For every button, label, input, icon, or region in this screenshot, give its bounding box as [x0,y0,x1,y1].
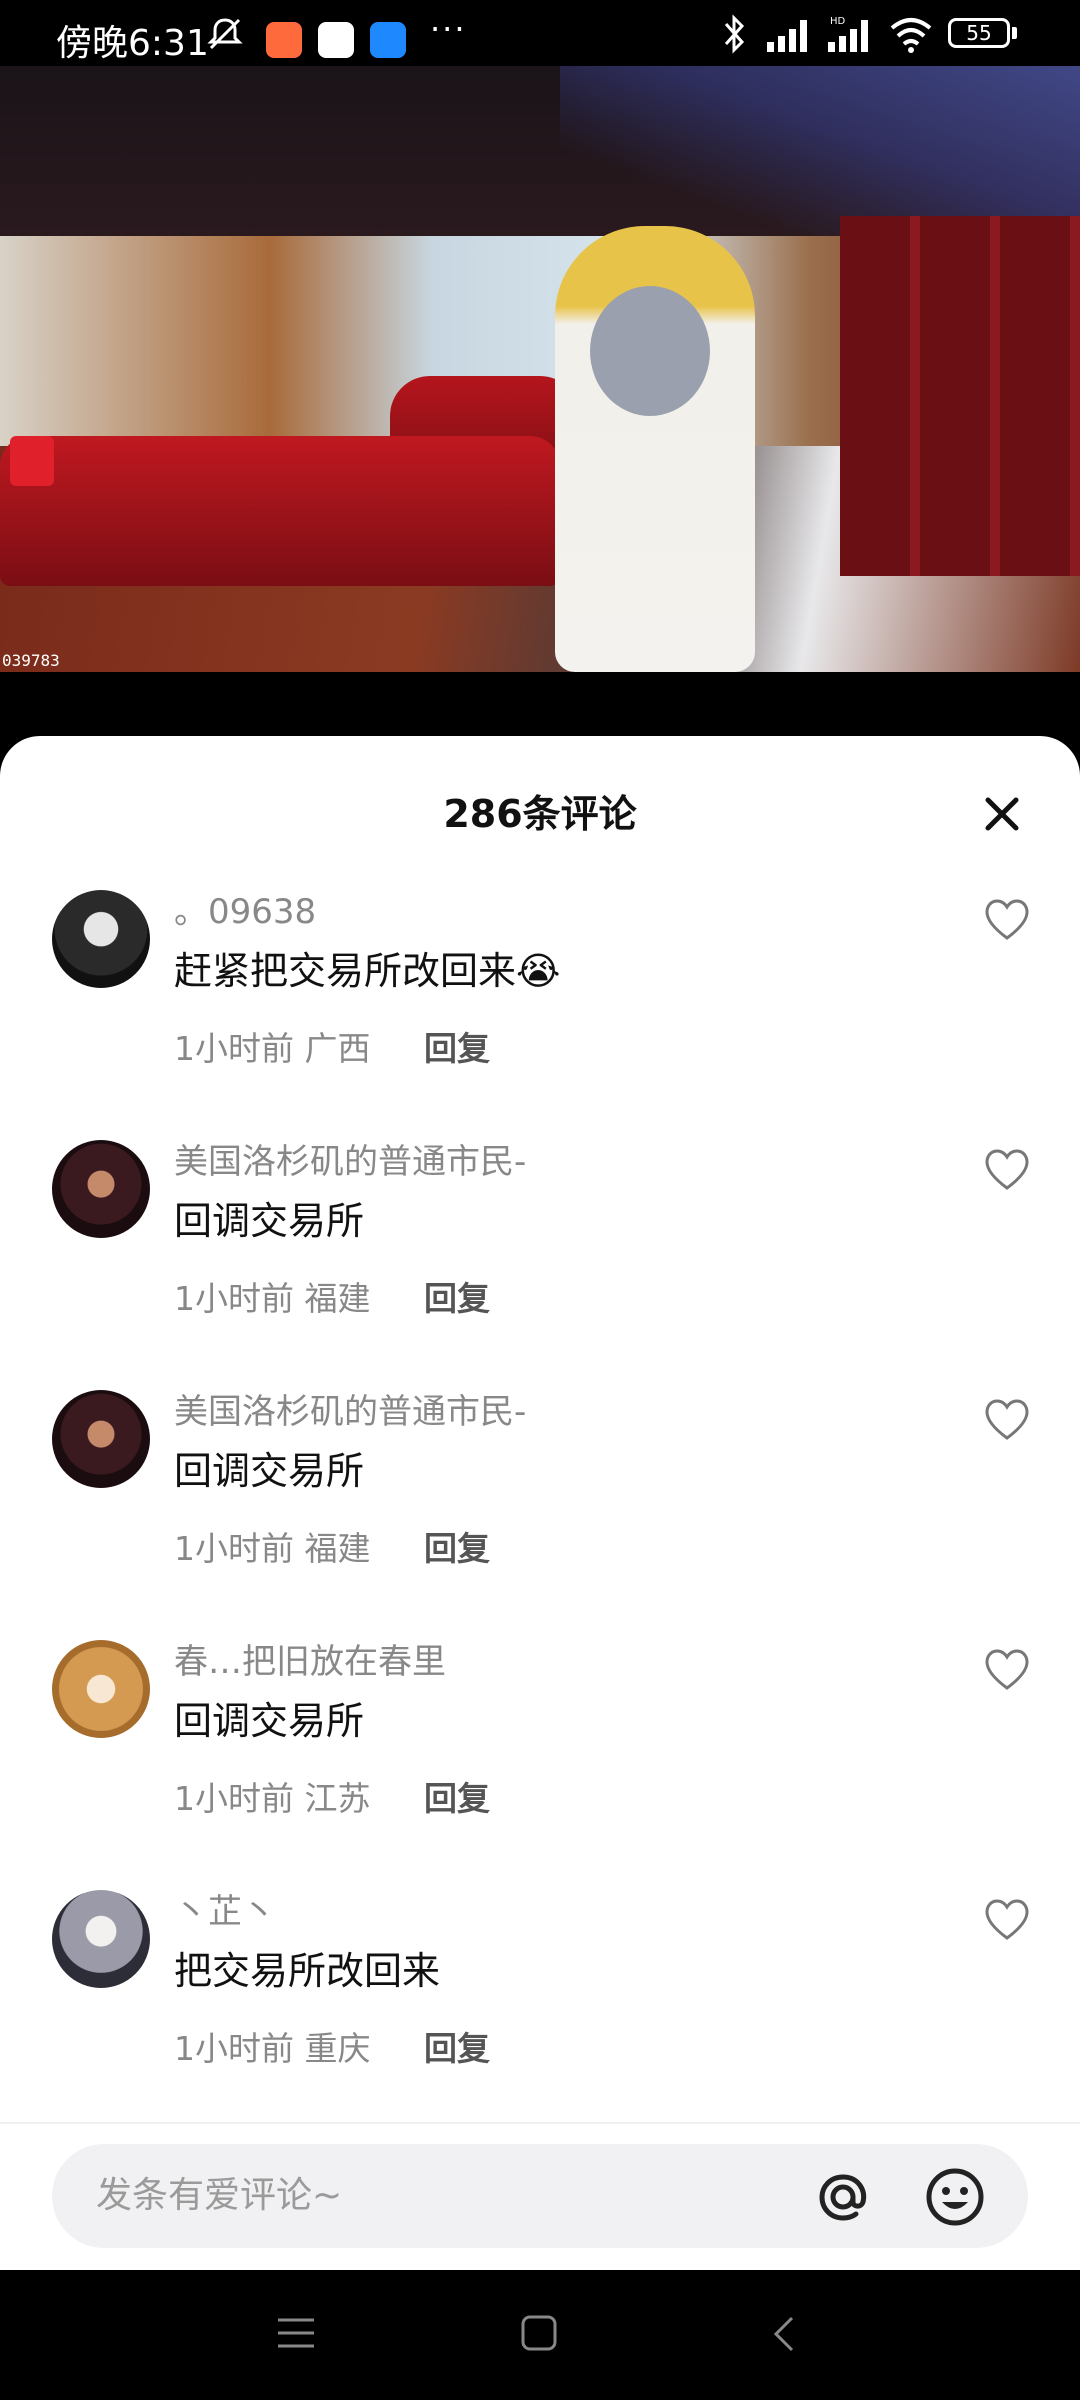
comment-location: 福建 [304,1529,371,1568]
comment-input[interactable]: 发条有爱评论~ [52,2144,1028,2248]
comment-username[interactable]: 美国洛杉矶的普通市民- [174,1134,526,1183]
scene-cabinets [840,216,1080,576]
reply-button[interactable]: 回复 [424,1772,490,1820]
heart-icon[interactable] [982,1146,1032,1192]
bluetooth-icon [724,14,745,54]
red-packet-icon[interactable] [10,436,54,486]
comment-time: 1小时前 [174,1029,294,1068]
game-character-head [590,286,710,416]
avatar[interactable] [52,1640,150,1738]
comment-username[interactable]: 美国洛杉矶的普通市民- [174,1384,526,1433]
chat-icon [370,22,406,58]
close-icon[interactable] [976,788,1028,840]
comment-username[interactable]: 丶芷丶 [174,1884,276,1933]
comment-item: 春…把旧放在春里 回调交易所 1小时前 江苏 回复 [0,1640,1080,1890]
avatar[interactable] [52,890,150,988]
baidu-icon [318,22,354,58]
comment-time: 1小时前 [174,1529,294,1568]
comment-time: 1小时前 [174,1279,294,1318]
comment-meta: 1小时前 重庆 [174,2022,371,2070]
heart-icon[interactable] [982,1646,1032,1692]
back-icon[interactable] [770,2314,796,2354]
comment-item: 美国洛杉矶的普通市民- 回调交易所 1小时前 福建 回复 [0,1390,1080,1640]
home-icon[interactable] [520,2314,558,2352]
status-time: 傍晚6:31 [56,23,209,64]
comment-location: 重庆 [304,2029,371,2068]
hd-signal-icon: HD [828,16,868,52]
comment-text[interactable]: 回调交易所 [174,1690,364,1745]
reply-button[interactable]: 回复 [424,1022,490,1070]
battery-tip [1012,27,1017,39]
app-notification-icon [266,22,302,58]
reply-button[interactable]: 回复 [424,1522,490,1570]
comment-location: 福建 [304,1279,371,1318]
reply-button[interactable]: 回复 [424,1272,490,1320]
scene-sofa [0,436,560,586]
comment-text[interactable]: 回调交易所 [174,1190,364,1245]
comment-item: 美国洛杉矶的普通市民- 回调交易所 1小时前 福建 回复 [0,1140,1080,1390]
heart-icon[interactable] [982,896,1032,942]
avatar[interactable] [52,1140,150,1238]
wifi-icon [890,18,932,53]
comment-meta: 1小时前 福建 [174,1272,371,1320]
heart-icon[interactable] [982,1396,1032,1442]
mute-icon [207,18,243,50]
comment-username[interactable]: 春…把旧放在春里 [174,1634,446,1683]
input-divider [0,2122,1080,2124]
svg-text:HD: HD [830,16,846,27]
comment-text[interactable]: 把交易所改回来 [174,1940,440,1995]
battery-icon: 55 [948,18,1010,48]
comment-username[interactable]: 。09638 [174,884,316,933]
comment-item: 。09638 赶紧把交易所改回来😭 1小时前 广西 回复 [0,890,1080,1140]
comment-location: 广西 [304,1029,371,1068]
video-player[interactable]: 039783 [0,66,1080,672]
signal-icon [767,20,807,52]
at-mention-icon[interactable] [812,2166,874,2228]
comment-item: 丶芷丶 把交易所改回来 1小时前 重庆 回复 [0,1890,1080,2140]
system-nav-bar [0,2270,1080,2400]
emoji-icon[interactable] [924,2166,986,2228]
avatar[interactable] [52,1390,150,1488]
more-icon: ··· [430,10,467,48]
comment-sheet: 286条评论 。09638 赶紧把交易所改回来😭 1小时前 广西 回复 美国洛杉… [0,736,1080,2270]
comment-meta: 1小时前 福建 [174,1522,371,1570]
comment-text[interactable]: 回调交易所 [174,1440,364,1495]
video-id-label: 039783 [2,651,60,670]
comment-location: 江苏 [304,1779,371,1818]
comment-meta: 1小时前 广西 [174,1022,371,1070]
avatar[interactable] [52,1890,150,1988]
comment-time: 1小时前 [174,2029,294,2068]
comment-text[interactable]: 赶紧把交易所改回来😭 [174,940,560,995]
status-bar: 傍晚6:31 ··· HD 55 [0,0,1080,66]
comment-count-title: 286条评论 [443,792,637,836]
video-letterbox [0,672,1080,738]
comment-input-placeholder: 发条有爱评论~ [96,2175,343,2216]
menu-icon[interactable] [276,2316,316,2350]
reply-button[interactable]: 回复 [424,2022,490,2070]
comment-time: 1小时前 [174,1779,294,1818]
heart-icon[interactable] [982,1896,1032,1942]
comment-meta: 1小时前 江苏 [174,1772,371,1820]
